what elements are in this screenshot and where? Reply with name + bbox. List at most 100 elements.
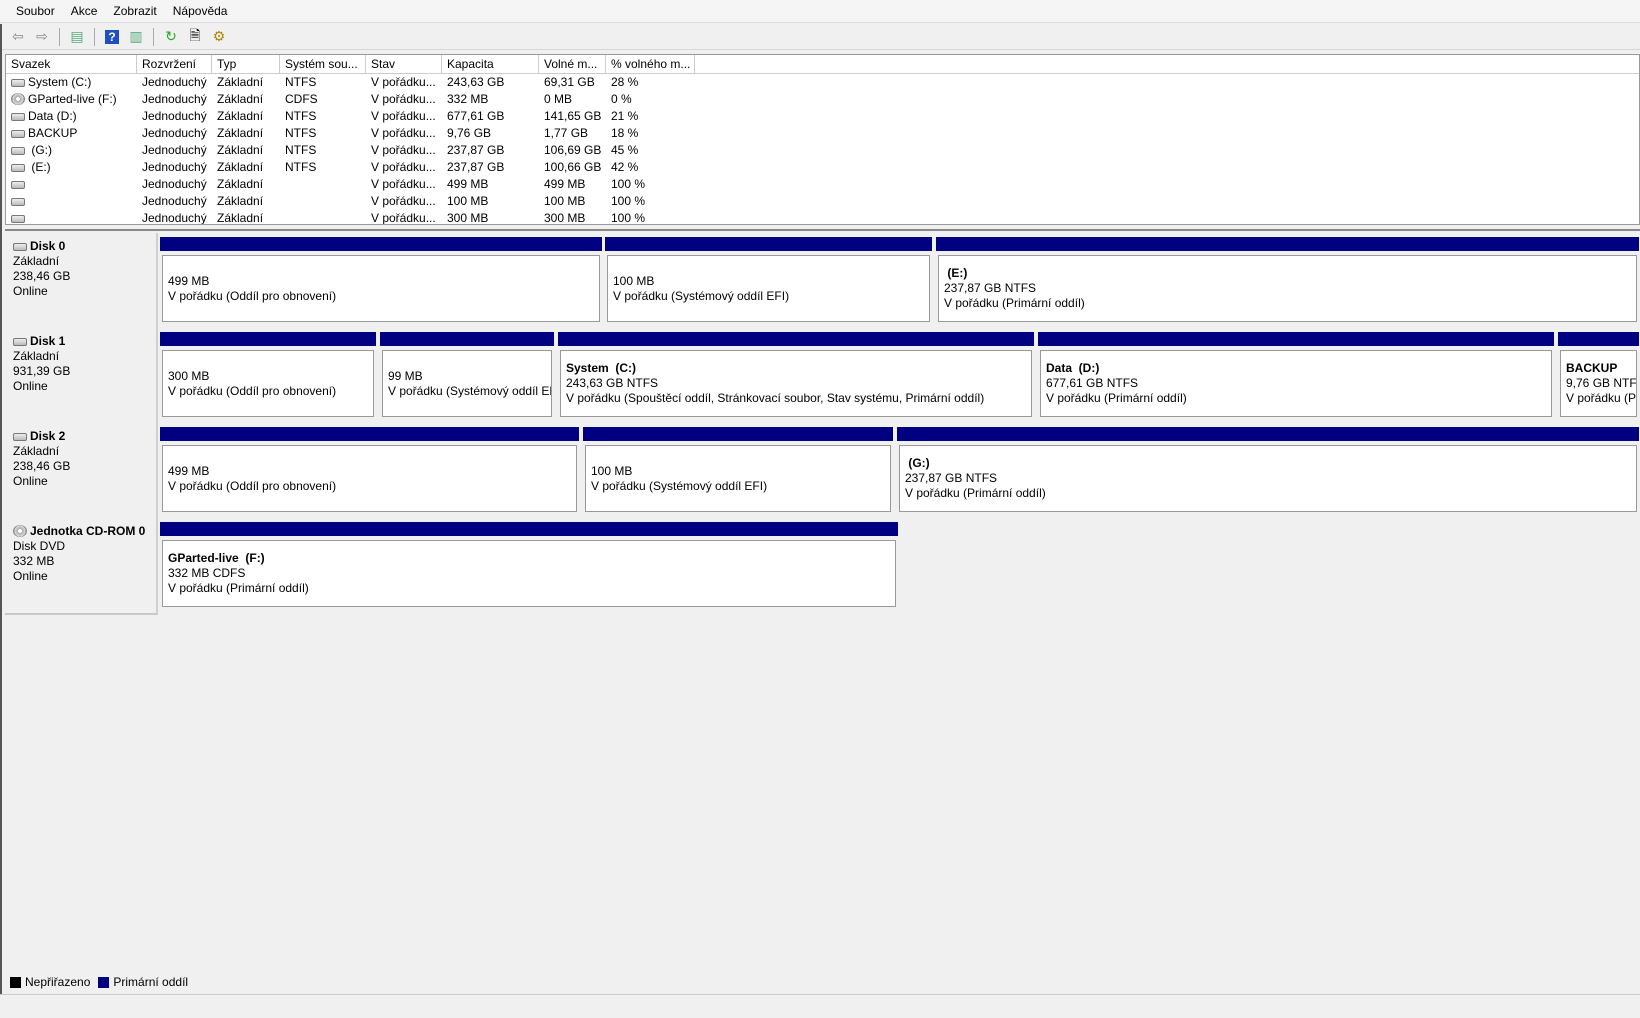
drive-icon bbox=[11, 198, 25, 206]
cell-text: Jednoduchý bbox=[142, 126, 207, 140]
cell-free: 100 MB bbox=[539, 193, 606, 210]
disk-row: Disk 2 Základní 238,46 GB Online 499 MB … bbox=[5, 423, 1640, 520]
column-header-system[interactable]: Systém sou... bbox=[280, 55, 366, 73]
cell-pct: 42 % bbox=[606, 159, 695, 176]
cell-text: Základní bbox=[217, 92, 264, 106]
partition[interactable]: 100 MB V pořádku (Systémový oddíl EFI) bbox=[604, 237, 933, 325]
disk-type: Základní bbox=[13, 349, 60, 363]
disk-type: Základní bbox=[13, 444, 60, 458]
table-row[interactable]: System (C:) Jednoduchý Základní NTFS V pořád… bbox=[6, 74, 1639, 91]
cell-text: 100 % bbox=[611, 194, 646, 208]
partition[interactable]: 300 MB V pořádku (Oddíl pro obnovení) bbox=[159, 332, 377, 420]
table-row[interactable]: (G:) Jednoduchý Základní NTFS V pořádku... 23… bbox=[6, 142, 1639, 159]
disk-label[interactable]: Disk 0 Základní 238,46 GB Online bbox=[5, 233, 158, 330]
partition-status: V pořádku (Oddíl pro obnovení) bbox=[168, 383, 337, 398]
table-row[interactable]: BACKUP Jednoduchý Základní NTFS V pořádku...… bbox=[6, 125, 1639, 142]
column-header-rozvrzeni[interactable]: Rozvržení bbox=[137, 55, 212, 73]
cell-status: V pořádku... bbox=[366, 142, 442, 159]
partition[interactable]: GParted-live (F:) 332 MB CDFS V pořádku … bbox=[159, 522, 899, 610]
disk-label[interactable]: Disk 1 Základní 931,39 GB Online bbox=[5, 328, 158, 425]
disk-label[interactable]: Disk 2 Základní 238,46 GB Online bbox=[5, 423, 158, 520]
cell-text: 0 MB bbox=[544, 92, 573, 106]
cell-text: V pořádku... bbox=[371, 194, 436, 208]
cell-text: Jednoduchý bbox=[142, 143, 207, 157]
partition-type-bar bbox=[1558, 332, 1639, 346]
cell-type: Základní bbox=[212, 91, 280, 108]
cell-free: 300 MB bbox=[539, 210, 606, 225]
cell-text: 100,66 GB bbox=[544, 160, 602, 174]
cell-text: Základní bbox=[217, 194, 264, 208]
cell-fs: NTFS bbox=[280, 108, 366, 125]
partition[interactable]: 99 MB V pořádku (Systémový oddíl EF bbox=[379, 332, 555, 420]
cell-text: 300 MB bbox=[544, 211, 586, 225]
menu-napoveda[interactable]: Nápověda bbox=[165, 4, 236, 18]
table-row[interactable]: (E:) Jednoduchý Základní NTFS V pořádku... 23… bbox=[6, 159, 1639, 176]
table-row[interactable]: Jednoduchý Základní V pořádku... 100 MB 100 … bbox=[6, 193, 1639, 210]
cell-text: System (C:) bbox=[28, 75, 92, 89]
disk-label[interactable]: Jednotka CD-ROM 0 Disk DVD 332 MB Online bbox=[5, 518, 158, 615]
partition-size: 677,61 GB NTFS bbox=[1046, 376, 1139, 390]
partition-status: V pořádku (Oddíl pro obnovení) bbox=[168, 288, 337, 303]
cell-text: Základní bbox=[217, 109, 264, 123]
partition[interactable]: 100 MB V pořádku (Systémový oddíl EFI) bbox=[582, 427, 894, 515]
cell-status: V pořádku... bbox=[366, 193, 442, 210]
cell-text: 0 % bbox=[611, 92, 632, 106]
column-header-pct-volneho[interactable]: % volného m... bbox=[606, 55, 695, 73]
cell-layout: Jednoduchý bbox=[137, 210, 212, 224]
disk-icon bbox=[13, 433, 27, 441]
column-header-volne[interactable]: Volné m... bbox=[539, 55, 606, 73]
menu-akce[interactable]: Akce bbox=[63, 4, 106, 18]
table-row[interactable]: Jednoduchý Základní V pořádku... 300 MB 300 … bbox=[6, 210, 1639, 225]
cell-text: 28 % bbox=[611, 75, 639, 89]
table-row[interactable]: Jednoduchý Základní V pořádku... 499 MB 499 … bbox=[6, 176, 1639, 193]
table-row[interactable]: GParted-live (F:) Jednoduchý Základní CDFS V… bbox=[6, 91, 1639, 108]
disk-size: 332 MB bbox=[13, 554, 55, 568]
disk-icon bbox=[13, 338, 27, 346]
table-row[interactable]: Data (D:) Jednoduchý Základní NTFS V pořádku… bbox=[6, 108, 1639, 125]
column-header-stav[interactable]: Stav bbox=[366, 55, 442, 73]
cell-status: V pořádku... bbox=[366, 74, 442, 91]
cell-text: CDFS bbox=[285, 92, 318, 106]
cell-pct: 100 % bbox=[606, 193, 695, 210]
partition-size: 300 MB bbox=[168, 368, 210, 383]
partition-box: 499 MB V pořádku (Oddíl pro obnovení) bbox=[162, 255, 600, 322]
cell-text: 300 MB bbox=[447, 211, 489, 225]
partition[interactable]: (G:) 237,87 GB NTFS V pořádku (Primární … bbox=[896, 427, 1640, 515]
column-header-typ[interactable]: Typ bbox=[212, 55, 280, 73]
forward-icon[interactable]: ⇨ bbox=[32, 27, 52, 47]
cell-free: 499 MB bbox=[539, 176, 606, 193]
cell-text: 499 MB bbox=[544, 177, 586, 191]
back-icon[interactable]: ⇦ bbox=[8, 27, 28, 47]
column-header-svazek[interactable]: Svazek bbox=[6, 55, 137, 73]
partition-type-bar bbox=[160, 427, 579, 441]
partition[interactable]: 499 MB V pořádku (Oddíl pro obnovení) bbox=[159, 237, 603, 325]
partition[interactable]: Data (D:) 677,61 GB NTFS V pořádku (Prim… bbox=[1037, 332, 1555, 420]
column-header-kapacita[interactable]: Kapacita bbox=[442, 55, 539, 73]
partition-type-bar bbox=[160, 237, 602, 251]
cell-text: (E:) bbox=[28, 160, 51, 174]
cell-capacity: 9,76 GB bbox=[442, 125, 539, 142]
partition-box: Data (D:) 677,61 GB NTFS V pořádku (Prim… bbox=[1040, 350, 1552, 417]
properties-icon[interactable]: 🗎 bbox=[185, 27, 205, 47]
partition[interactable]: System (C:) 243,63 GB NTFS V pořádku (Sp… bbox=[557, 332, 1035, 420]
toolbar: ⇦ ⇨ ▤ ? ▥ ↻ 🗎 ⚙ bbox=[0, 24, 1640, 50]
help-icon[interactable]: ? bbox=[102, 27, 122, 47]
menu-zobrazit[interactable]: Zobrazit bbox=[105, 4, 164, 18]
partition[interactable]: (E:) 237,87 GB NTFS V pořádku (Primární … bbox=[935, 237, 1640, 325]
show-hide-console-tree-icon[interactable]: ▤ bbox=[67, 27, 87, 47]
show-hide-action-pane-icon[interactable]: ▥ bbox=[126, 27, 146, 47]
settings-icon[interactable]: ⚙ bbox=[209, 27, 229, 47]
partition[interactable]: 499 MB V pořádku (Oddíl pro obnovení) bbox=[159, 427, 580, 515]
partition[interactable]: BACKUP 9,76 GB NTFS V pořádku (Primární … bbox=[1557, 332, 1640, 420]
cell-free: 100,66 GB bbox=[539, 159, 606, 176]
cell-text: 100 MB bbox=[447, 194, 489, 208]
cell-capacity: 499 MB bbox=[442, 176, 539, 193]
cell-status: V pořádku... bbox=[366, 108, 442, 125]
partition-title: (E:) bbox=[944, 266, 968, 280]
menu-soubor[interactable]: Soubor bbox=[8, 4, 63, 18]
cell-text: 677,61 GB bbox=[447, 109, 505, 123]
refresh-icon[interactable]: ↻ bbox=[161, 27, 181, 47]
cell-pct: 0 % bbox=[606, 91, 695, 108]
cell-type: Základní bbox=[212, 125, 280, 142]
cell-text: 42 % bbox=[611, 160, 639, 174]
